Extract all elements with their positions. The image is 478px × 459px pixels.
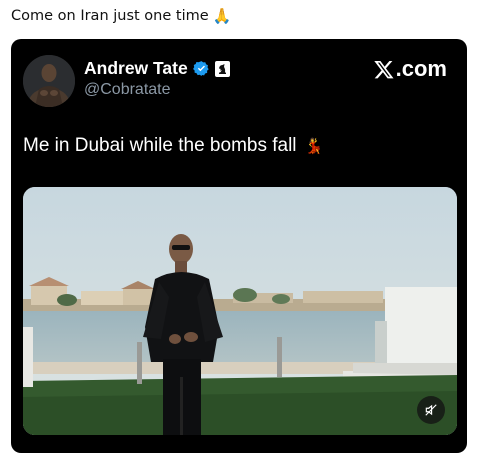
video-player[interactable] [23, 187, 457, 435]
muted-speaker-icon [425, 404, 437, 416]
caption-text: Come on Iran just one time [11, 8, 209, 24]
folded-hands-emoji: 🙏 [212, 6, 232, 25]
video-frame [23, 187, 457, 435]
brand-domain: .com [395, 56, 447, 81]
post-caption: Come on Iran just one time 🙏 [11, 8, 231, 24]
author-row: Andrew Tate [84, 58, 230, 79]
avatar[interactable] [23, 55, 75, 107]
verified-badge-icon [192, 61, 209, 76]
tweet-card[interactable]: Andrew Tate @Cobratate .com Me in Dubai … [11, 39, 467, 453]
avatar-image [23, 55, 75, 107]
tweet-body: Me in Dubai while the bombs fall [23, 135, 297, 156]
dancer-emoji: 💃 [304, 137, 324, 155]
chess-knight-icon [214, 60, 230, 77]
x-logo-icon [373, 60, 394, 78]
tweet-text: Me in Dubai while the bombs fall 💃 [23, 135, 323, 157]
x-com-brand: .com [373, 56, 447, 82]
author-handle[interactable]: @Cobratate [84, 81, 171, 99]
author-name[interactable]: Andrew Tate [84, 58, 188, 79]
mute-button[interactable] [417, 396, 445, 424]
